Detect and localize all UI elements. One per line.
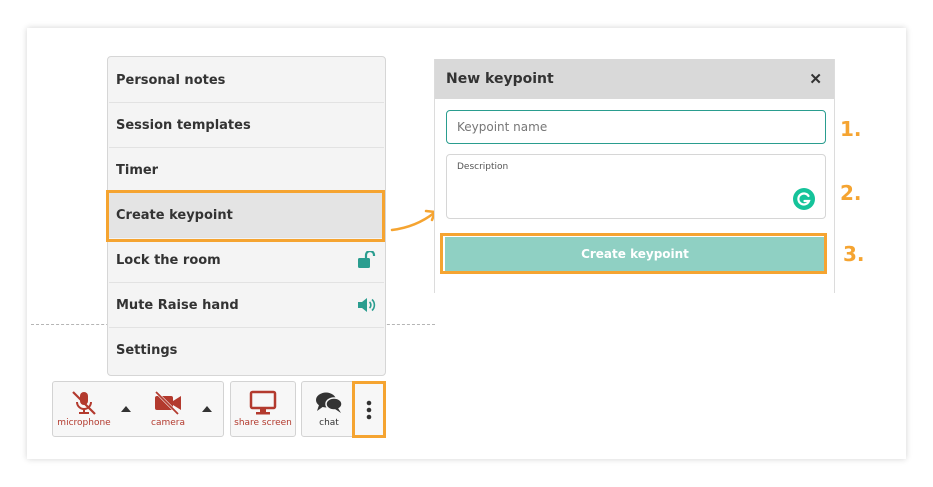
dialog-title: New keypoint — [446, 71, 554, 87]
chat-bubbles-icon — [316, 392, 343, 413]
step-number-3: 3. — [843, 242, 865, 266]
chat-button[interactable]: chat — [302, 382, 356, 436]
share-screen-button[interactable]: share screen — [231, 382, 295, 436]
camera-off-icon — [154, 390, 181, 416]
menu-item-lock-room[interactable]: Lock the room — [109, 238, 384, 283]
grammarly-icon[interactable] — [793, 188, 815, 210]
microphone-options-caret[interactable] — [121, 406, 131, 412]
menu-item-label: Personal notes — [116, 72, 226, 88]
more-options-button[interactable] — [355, 384, 383, 435]
microphone-button[interactable]: microphone — [53, 382, 115, 436]
menu-item-label: Timer — [116, 162, 159, 178]
pointer-arrow-icon — [390, 209, 437, 232]
description-label: Description — [457, 162, 509, 172]
menu-item-label: Mute Raise hand — [116, 297, 239, 313]
camera-label: camera — [151, 418, 185, 428]
chat-label: chat — [319, 418, 339, 428]
menu-item-timer[interactable]: Timer — [109, 148, 384, 193]
step-number-1: 1. — [840, 117, 862, 141]
camera-button[interactable]: camera — [137, 382, 199, 436]
menu-item-label: Lock the room — [116, 252, 221, 268]
menu-item-personal-notes[interactable]: Personal notes — [109, 58, 384, 103]
camera-options-caret[interactable] — [202, 406, 212, 412]
close-icon[interactable]: ✕ — [809, 70, 822, 88]
dialog-header: New keypoint ✕ — [435, 59, 834, 99]
speaker-icon — [358, 298, 376, 312]
menu-item-settings[interactable]: Settings — [109, 328, 384, 373]
keypoint-name-input[interactable] — [446, 110, 826, 144]
microphone-off-icon — [72, 391, 96, 415]
microphone-label: microphone — [57, 418, 111, 428]
monitor-icon — [249, 390, 277, 415]
step-number-2: 2. — [840, 181, 862, 205]
menu-item-label: Settings — [116, 343, 178, 358]
share-screen-group: share screen — [230, 381, 296, 437]
kebab-menu-icon — [366, 400, 372, 420]
menu-item-label: Session templates — [116, 117, 251, 133]
menu-item-session-templates[interactable]: Session templates — [109, 103, 384, 148]
menu-item-mute-raise-hand[interactable]: Mute Raise hand — [109, 283, 384, 328]
create-keypoint-highlight — [106, 190, 385, 242]
unlock-icon — [358, 251, 376, 268]
create-button-highlight — [440, 233, 827, 274]
share-screen-label: share screen — [234, 418, 292, 428]
description-field[interactable]: Description — [446, 154, 826, 219]
grammarly-g-icon — [797, 192, 811, 206]
av-controls-group: microphone camera — [52, 381, 224, 437]
